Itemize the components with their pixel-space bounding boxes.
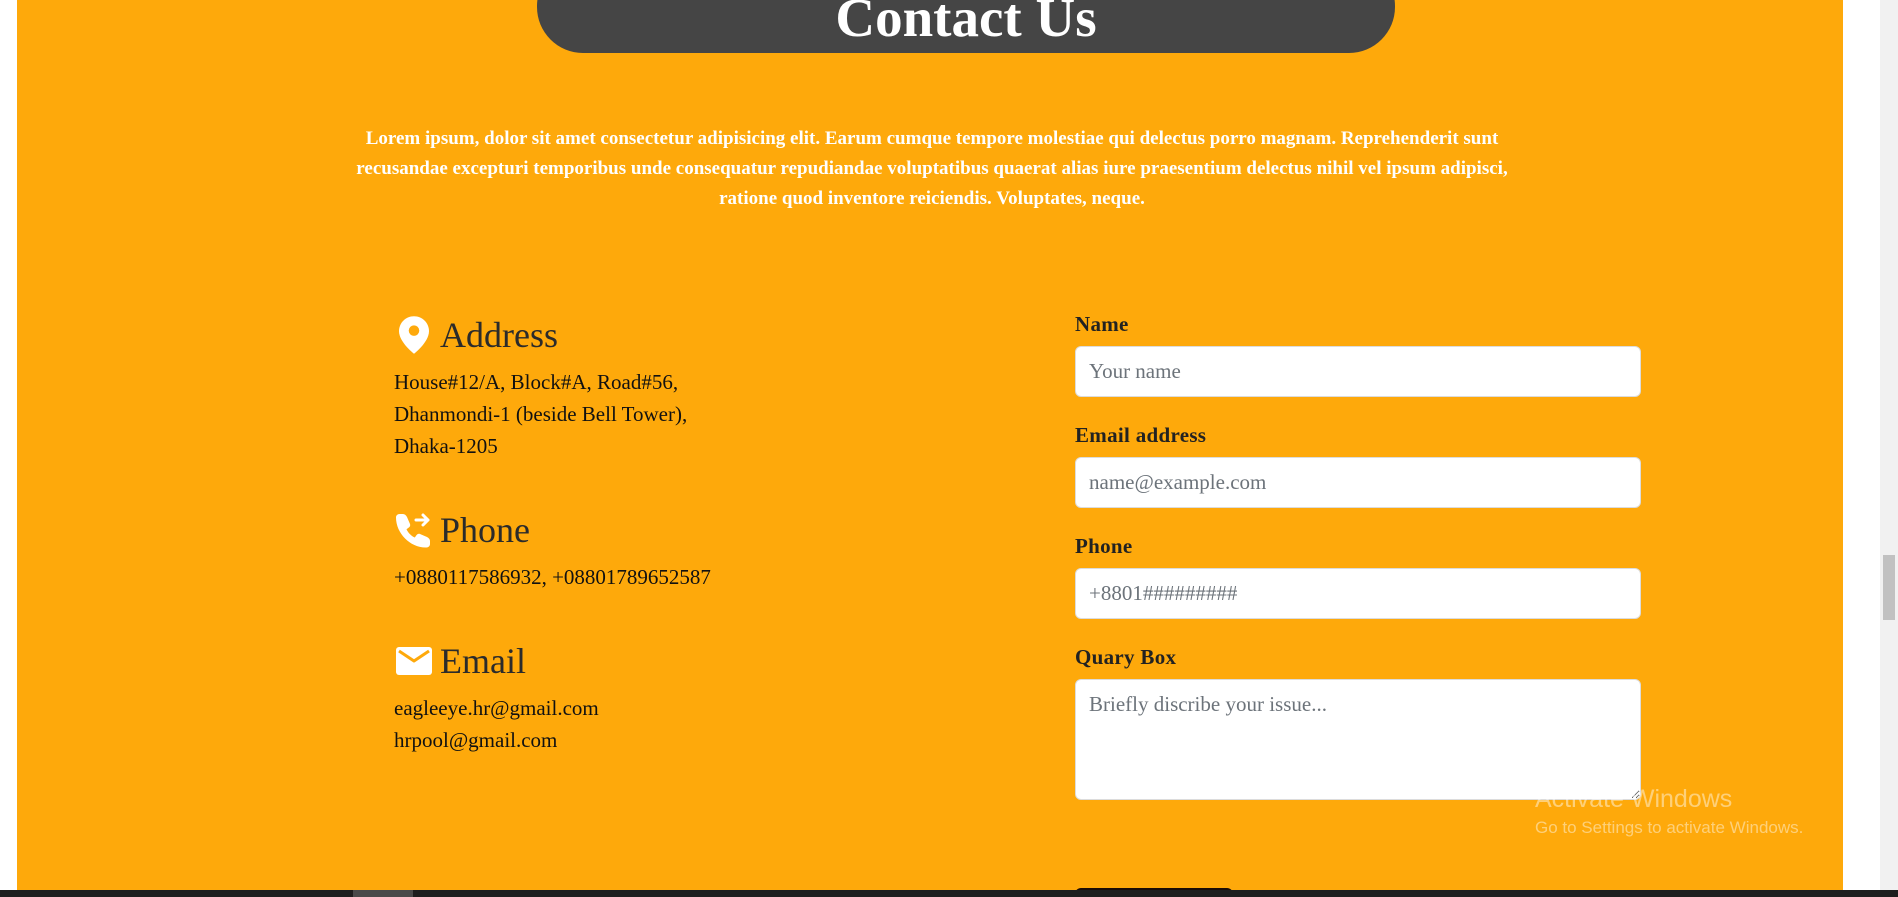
envelope-icon [394, 641, 434, 681]
address-line: Dhaka-1205 [394, 434, 498, 458]
query-label: Quary Box [1075, 645, 1177, 669]
title-banner: Contact Us [537, 0, 1395, 53]
email-block: Email eagleeye.hr@gmail.com hrpool@gmail… [394, 638, 599, 756]
taskbar [0, 890, 1898, 897]
name-label: Name [1075, 312, 1129, 336]
email-text: eagleeye.hr@gmail.com hrpool@gmail.com [394, 692, 599, 756]
phone-label: Phone [1075, 534, 1133, 558]
taskbar-item[interactable] [353, 890, 413, 897]
contact-form: Name Email address Phone Quary Box [1075, 312, 1641, 826]
name-input[interactable] [1075, 346, 1641, 397]
phone-forward-icon [394, 510, 434, 550]
email-header: Email [394, 638, 599, 684]
email-address: hrpool@gmail.com [394, 728, 558, 752]
email-heading: Email [440, 641, 526, 681]
address-block: Address House#12/A, Block#A, Road#56, Dh… [394, 312, 687, 462]
query-textarea[interactable] [1075, 679, 1641, 800]
phone-heading: Phone [440, 510, 530, 550]
email-label: Email address [1075, 423, 1207, 447]
address-line: House#12/A, Block#A, Road#56, [394, 370, 679, 394]
phone-text: +0880117586932, +08801789652587 [394, 561, 711, 593]
address-header: Address [394, 312, 687, 358]
location-pin-icon [394, 315, 434, 355]
email-input[interactable] [1075, 457, 1641, 508]
phone-header: Phone [394, 507, 711, 553]
watermark-subtitle: Go to Settings to activate Windows. [1535, 818, 1804, 837]
email-address: eagleeye.hr@gmail.com [394, 696, 599, 720]
address-line: Dhanmondi-1 (beside Bell Tower), [394, 402, 688, 426]
vertical-scrollbar[interactable] [1880, 0, 1898, 890]
watermark-title: Activate Windows [1535, 785, 1733, 813]
address-text: House#12/A, Block#A, Road#56, Dhanmondi-… [394, 366, 687, 462]
page-title: Contact Us [835, 0, 1097, 48]
scrollbar-thumb[interactable] [1883, 555, 1895, 620]
activate-windows-watermark: Activate Windows Go to Settings to activ… [1535, 785, 1803, 838]
phone-input[interactable] [1075, 568, 1641, 619]
contact-section: Contact Us Lorem ipsum, dolor sit amet c… [17, 0, 1843, 890]
address-heading: Address [440, 315, 558, 355]
intro-text: Lorem ipsum, dolor sit amet consectetur … [356, 128, 1508, 209]
phone-numbers: +0880117586932, +08801789652587 [394, 565, 711, 589]
phone-block: Phone +0880117586932, +08801789652587 [394, 507, 711, 593]
